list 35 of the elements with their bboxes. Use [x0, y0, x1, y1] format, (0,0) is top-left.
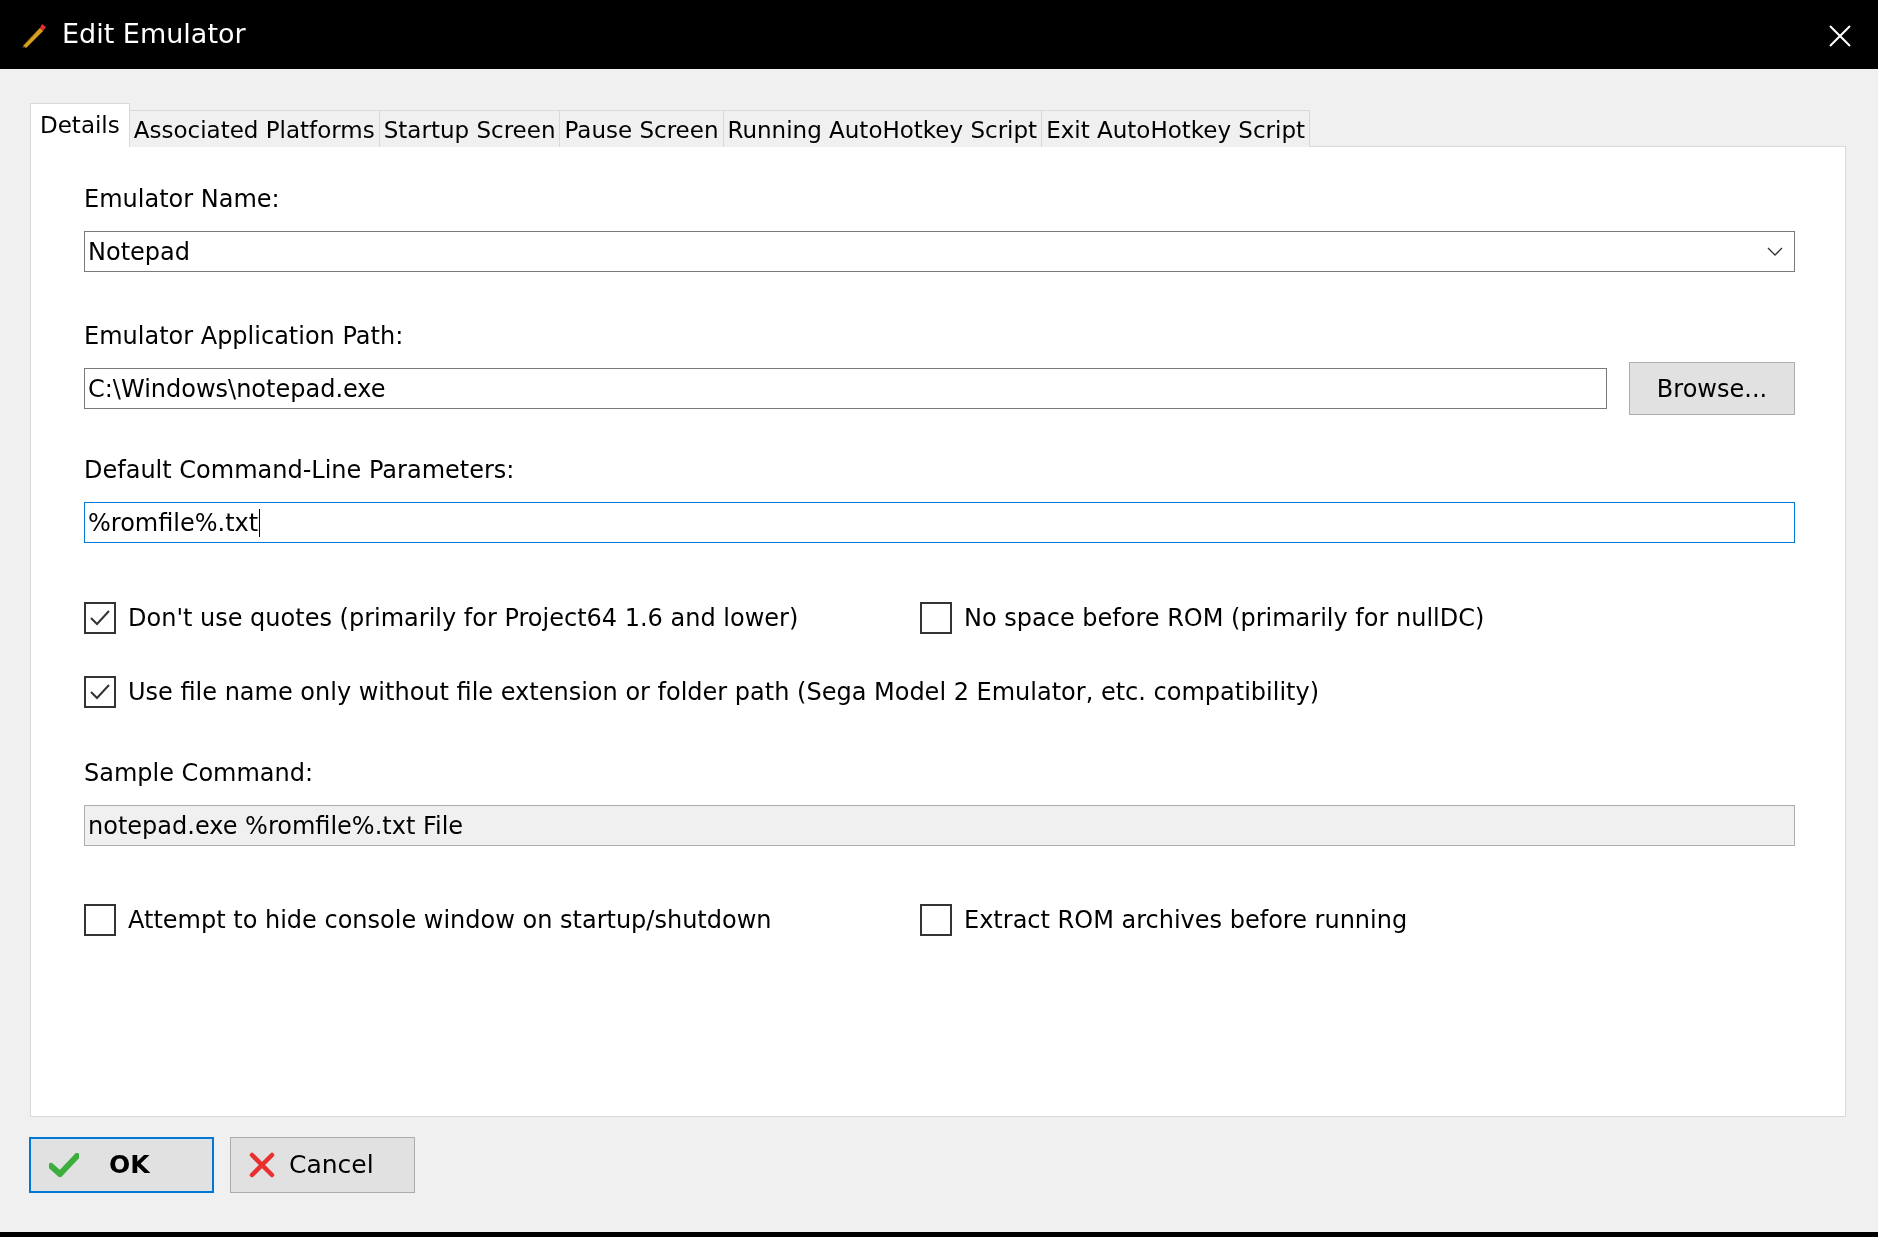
checkbox[interactable]: [920, 904, 952, 936]
checkbox-label: No space before ROM (primarily for nullDC): [964, 603, 1485, 634]
checkbox[interactable]: [84, 676, 116, 708]
checkmark-icon: [89, 683, 111, 701]
pencil-icon: [20, 21, 46, 48]
checkbox-label: Extract ROM archives before running: [964, 905, 1408, 936]
tab[interactable]: Associated Platforms: [128, 110, 380, 147]
cancel-button[interactable]: Cancel: [230, 1137, 415, 1193]
ok-button[interactable]: OK: [29, 1137, 214, 1193]
close-icon[interactable]: [1829, 24, 1851, 47]
checkbox-label: Don't use quotes (primarily for Project64 1.6 and lower): [128, 603, 799, 634]
tab[interactable]: Details: [30, 103, 130, 147]
checkmark-icon: [89, 609, 111, 627]
chevron-down-icon: [1767, 246, 1783, 257]
window-title: Edit Emulator: [62, 17, 246, 52]
field-label: Sample Command:: [84, 759, 315, 787]
sample-command-field: notepad.exe %romfile%.txt File: [84, 805, 1795, 846]
cross-icon: [249, 1152, 275, 1178]
tab[interactable]: Startup Screen: [378, 110, 561, 147]
field-label: Default Command-Line Parameters:: [84, 456, 516, 484]
emulator-name-dropdown[interactable]: Notepad: [84, 231, 1795, 272]
tab[interactable]: Exit AutoHotkey Script: [1041, 110, 1311, 147]
field-label: Emulator Application Path:: [84, 322, 405, 350]
application-path-field[interactable]: C:\Windows\notepad.exe: [84, 368, 1607, 409]
checkbox[interactable]: [84, 904, 116, 936]
checkbox-label: Use file name only without file extension or folder path (Sega Model 2 Emulator, etc. compatibility): [128, 677, 1320, 708]
field-label: Emulator Name:: [84, 185, 281, 213]
checkbox[interactable]: [84, 602, 116, 634]
browse-button[interactable]: Browse...: [1629, 362, 1795, 415]
checkbox[interactable]: [920, 602, 952, 634]
parameters-field[interactable]: %romfile%.txt: [84, 502, 1795, 543]
checkmark-icon: [49, 1153, 79, 1177]
checkbox-label: Attempt to hide console window on startup/shutdown: [128, 905, 772, 936]
tab[interactable]: Pause Screen: [559, 110, 724, 147]
tab[interactable]: Running AutoHotkey Script: [722, 110, 1043, 147]
